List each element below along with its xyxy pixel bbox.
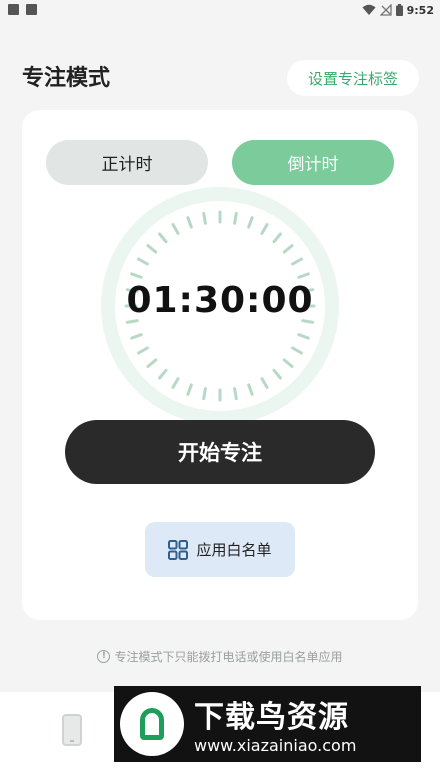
dial-tick — [297, 333, 310, 340]
dial-tick — [233, 211, 238, 225]
app-whitelist-button[interactable]: 应用白名单 — [145, 522, 295, 577]
countdown-tab[interactable]: 倒计时 — [232, 140, 394, 185]
timer-card: 正计时 倒计时 01:30:00 开始专注 应用白名单 — [22, 110, 418, 620]
count-up-tab[interactable]: 正计时 — [46, 140, 208, 185]
dial-tick — [282, 358, 294, 368]
dial-tick — [291, 257, 303, 266]
dial-tick — [297, 272, 310, 279]
battery-icon — [395, 4, 403, 16]
dial-tick — [260, 377, 269, 389]
notification-icon — [8, 4, 19, 15]
focus-tip-text: 专注模式下只能拨打电话或使用白名单应用 — [114, 650, 343, 664]
dial-tick — [130, 333, 143, 340]
watermark-logo — [120, 692, 184, 756]
dial-tick — [247, 216, 254, 229]
watermark-title: 下载鸟资源 — [194, 700, 349, 735]
signal-icon — [379, 4, 392, 16]
watermark-logo-mark — [140, 708, 164, 740]
dial-tick — [282, 244, 294, 254]
watermark-url: www.xiazainiao.com — [194, 736, 357, 755]
dial-tick — [202, 211, 207, 225]
dial-tick — [137, 257, 149, 266]
wifi-icon — [362, 4, 376, 15]
notification-icon — [26, 4, 37, 15]
dial-tick — [171, 223, 180, 235]
dial-tick — [130, 272, 143, 279]
status-time: 9:52 — [406, 3, 434, 17]
dial-tick — [202, 387, 207, 401]
dial-tick — [146, 358, 158, 368]
phone-icon[interactable] — [62, 714, 82, 746]
dial-tick — [186, 383, 193, 396]
focus-tip: ! 专注模式下只能拨打电话或使用白名单应用 — [0, 648, 440, 665]
start-focus-button[interactable]: 开始专注 — [65, 420, 375, 484]
dial-tick — [171, 377, 180, 389]
dial-tick — [247, 383, 254, 396]
dial-tick — [272, 232, 282, 244]
dial-tick — [260, 223, 269, 235]
app-whitelist-label: 应用白名单 — [196, 541, 272, 559]
dial-tick — [186, 216, 193, 229]
dial-tick — [146, 244, 158, 254]
status-bar: 9:52 — [0, 0, 440, 20]
dial-tick — [158, 368, 168, 380]
page-title: 专注模式 — [22, 66, 111, 91]
info-icon: ! — [97, 650, 111, 663]
watermark: 下载鸟资源 www.xiazainiao.com — [114, 686, 421, 762]
dial-tick — [137, 346, 149, 355]
dial-tick — [233, 387, 238, 401]
set-focus-tag-button[interactable]: 设置专注标签 — [287, 60, 419, 96]
dial-tick — [291, 346, 303, 355]
grid-icon — [168, 539, 189, 560]
dial-tick — [272, 368, 282, 380]
dial-tick — [158, 232, 168, 244]
timer-display: 01:30:00 — [126, 280, 314, 321]
